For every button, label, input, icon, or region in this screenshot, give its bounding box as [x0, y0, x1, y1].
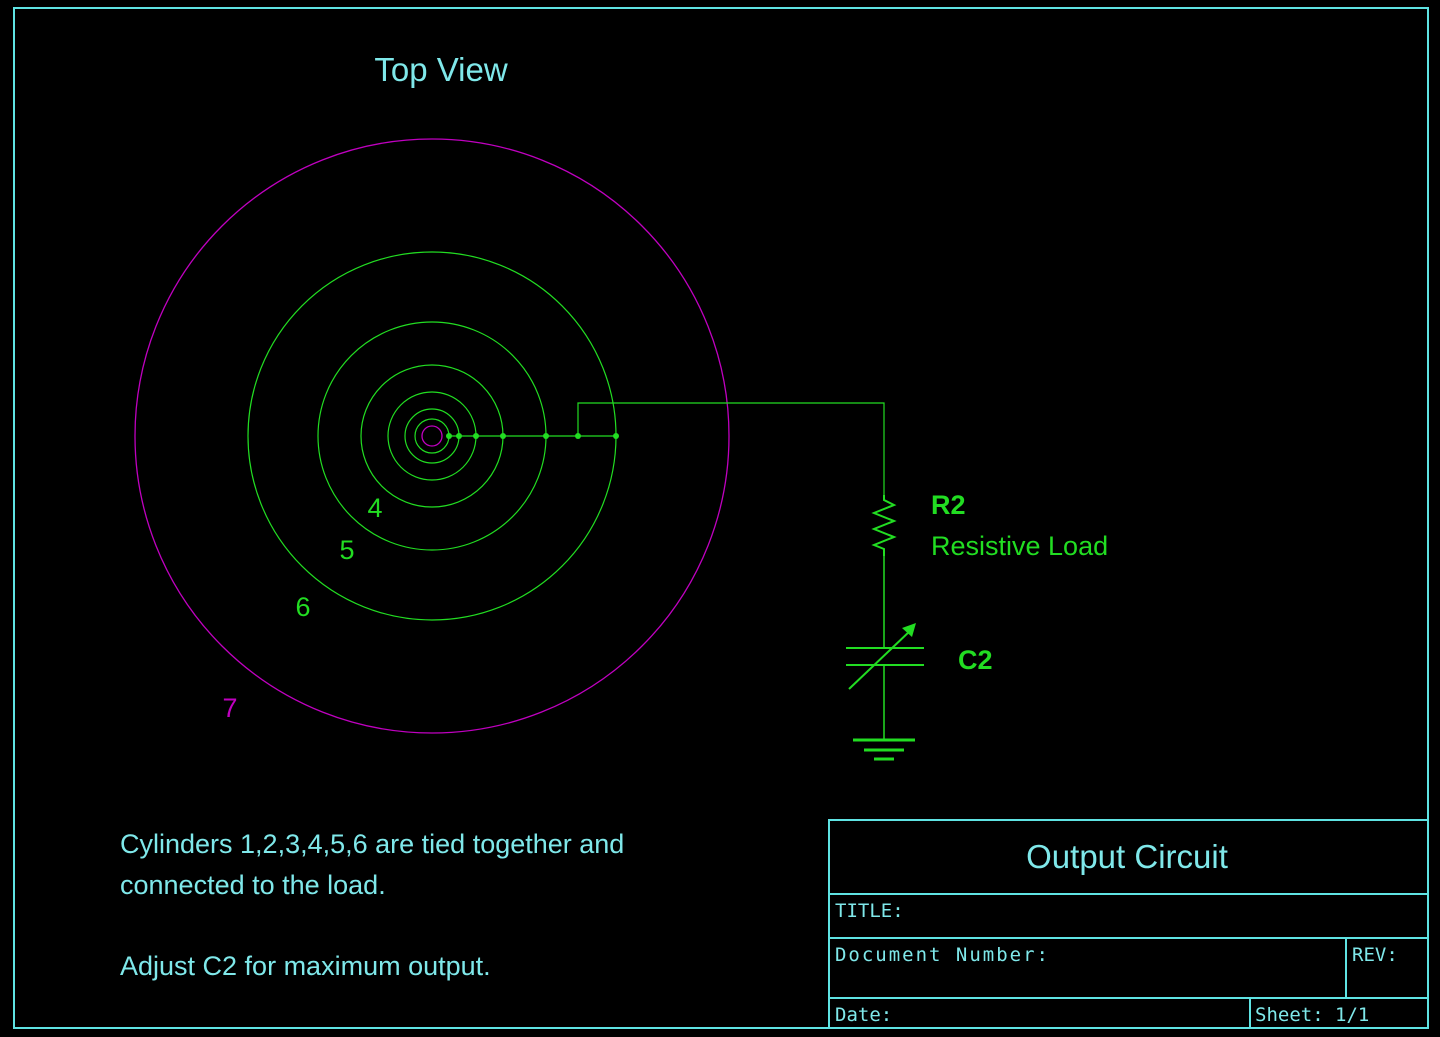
resistor-r2-ref: R2: [931, 490, 966, 520]
ground-icon: [853, 738, 915, 761]
cylinder-5-label: 5: [339, 535, 354, 565]
title-block-rev-label: REV:: [1352, 944, 1398, 966]
note-line-1: Cylinders 1,2,3,4,5,6 are tied together …: [120, 829, 624, 859]
cylinder-7-circle: [134, 138, 730, 734]
junction-dot: [613, 433, 619, 439]
title-block-document-number-label: Document Number:: [835, 944, 1048, 966]
cylinder-6-label: 6: [295, 592, 310, 622]
cylinder-4-label: 4: [367, 493, 382, 523]
cylinder-tie-bus: [449, 402, 885, 495]
resistor-r2-description: Resistive Load: [931, 531, 1108, 561]
variable-capacitor-c2-symbol: [846, 629, 924, 690]
junction-dot: [473, 433, 479, 439]
resistor-r2-symbol: [871, 495, 897, 556]
junction-dot: [500, 433, 506, 439]
capacitor-c2-ref: C2: [958, 645, 993, 675]
schematic-sheet: Top View 4 5 6 7 R2 Resistive Load C2 Cy…: [0, 0, 1440, 1037]
schematic-canvas: Top View 4 5 6 7 R2 Resistive Load C2 Cy…: [13, 7, 1429, 1029]
title-block-heading: Output Circuit: [1026, 838, 1228, 875]
cylinders-top-view: [134, 138, 730, 734]
capacitor-adjust-arrow-icon: [902, 623, 916, 637]
note-line-2: connected to the load.: [120, 870, 386, 900]
junction-dot: [456, 433, 462, 439]
note-line-3: Adjust C2 for maximum output.: [120, 951, 491, 981]
title-block-sheet-value: 1/1: [1335, 1004, 1369, 1026]
center-core-circle: [421, 425, 443, 447]
title-block-title-label: TITLE:: [835, 900, 904, 922]
junction-dot: [575, 433, 581, 439]
cylinder-7-label: 7: [222, 693, 237, 723]
cylinder-1-circle: [414, 418, 450, 454]
junction-dot: [446, 433, 452, 439]
title-block-sheet-label: Sheet:: [1255, 1004, 1324, 1026]
top-view-title: Top View: [374, 51, 507, 88]
junction-dot: [543, 433, 549, 439]
title-block-date-label: Date:: [835, 1004, 892, 1026]
